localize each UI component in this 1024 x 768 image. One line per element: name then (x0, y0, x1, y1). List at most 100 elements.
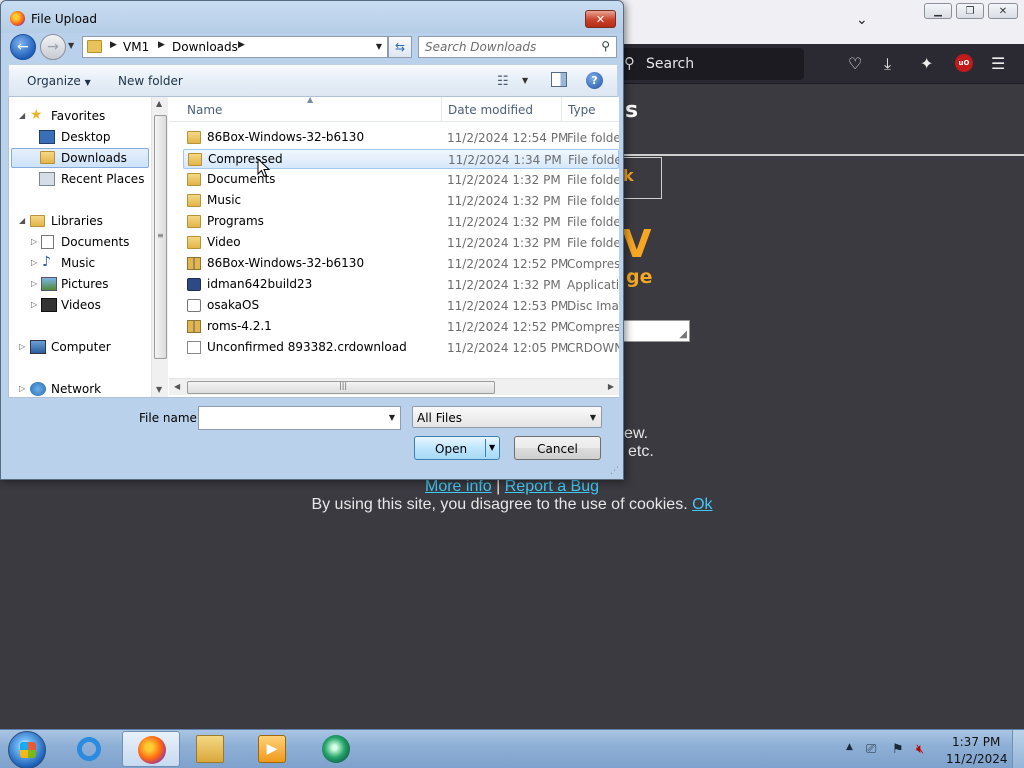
nav-pane-scrollbar[interactable]: ▲ ≡ ▼ (151, 97, 168, 397)
nav-music[interactable]: ▷ ♪ Music (17, 254, 147, 274)
column-header-type[interactable]: Type (568, 103, 596, 117)
scroll-left-icon[interactable]: ◀ (174, 382, 180, 391)
list-all-tabs-icon[interactable]: ⌄ (856, 12, 868, 28)
minimize-button[interactable]: ▁ (924, 3, 952, 19)
file-row[interactable]: 86Box-Windows-32-b6130 11/2/2024 12:54 PM… (183, 128, 619, 148)
maximize-button[interactable]: ❐ (956, 3, 984, 19)
column-divider[interactable] (441, 97, 442, 122)
start-button[interactable] (8, 731, 46, 768)
taskbar-file-explorer[interactable] (181, 731, 239, 767)
nav-favorites[interactable]: ◢ ★ Favorites (17, 107, 147, 127)
nav-pictures[interactable]: ▷ Pictures (17, 275, 147, 295)
more-info-link[interactable]: More info (425, 478, 492, 495)
action-center-flag-icon[interactable]: ⚑ (892, 742, 904, 757)
taskbar-media-center[interactable] (307, 731, 365, 767)
network-tray-icon[interactable]: ⎚ (866, 742, 876, 757)
breadcrumb-vm1[interactable]: VM1 (123, 40, 149, 54)
breadcrumb-downloads[interactable]: Downloads (172, 40, 238, 54)
nav-libraries[interactable]: ◢ Libraries (17, 212, 147, 232)
downloads-icon[interactable]: ⤓ (884, 54, 891, 74)
expand-icon[interactable]: ▷ (31, 279, 37, 288)
nav-documents[interactable]: ▷ Documents (17, 233, 147, 253)
ublock-origin-icon[interactable]: uO (955, 54, 973, 72)
breadcrumb-separator-icon[interactable]: ▶ (110, 40, 117, 50)
view-options-dropdown-icon[interactable]: ▼ (522, 76, 528, 85)
collapse-icon[interactable]: ◢ (19, 216, 25, 225)
resize-grip-icon[interactable]: ◢ (679, 329, 687, 340)
page-textarea[interactable]: ◢ (622, 320, 690, 342)
change-view-icon[interactable]: ☷ (497, 74, 509, 89)
file-type-filter-select[interactable]: All Files ▼ (412, 406, 602, 428)
nav-downloads[interactable]: Downloads (11, 148, 149, 168)
file-list-horizontal-scrollbar[interactable]: ◀ ||| ▶ (169, 378, 619, 395)
taskbar-media-player[interactable]: ▶ (243, 731, 301, 767)
nav-desktop[interactable]: Desktop (17, 128, 147, 148)
collapse-icon[interactable]: ◢ (19, 111, 25, 120)
open-options-dropdown-icon[interactable]: ▼ (489, 443, 495, 452)
open-button[interactable]: Open ▼ (414, 436, 500, 460)
back-button[interactable]: ← (10, 34, 36, 60)
dialog-close-button[interactable]: ✕ (585, 10, 616, 28)
expand-icon[interactable]: ▷ (31, 300, 37, 309)
file-row[interactable]: roms-4.2.1 11/2/2024 12:52 PMCompress (183, 317, 619, 337)
new-folder-button[interactable]: New folder (118, 74, 183, 88)
show-desktop-button[interactable] (1012, 730, 1024, 768)
help-icon[interactable]: ? (586, 72, 603, 89)
search-icon[interactable]: ⚲ (601, 39, 610, 53)
file-row[interactable]: Music 11/2/2024 1:32 PM File folder (183, 191, 619, 211)
column-divider[interactable] (561, 97, 562, 122)
scroll-right-icon[interactable]: ▶ (608, 382, 614, 391)
clock-date[interactable]: 11/2/2024 (946, 752, 1008, 766)
nav-computer[interactable]: ▷ Computer (17, 338, 147, 358)
expand-icon[interactable]: ▷ (19, 384, 25, 393)
music-icon: ♪ (42, 254, 51, 270)
file-row[interactable]: Programs 11/2/2024 1:32 PM File folder (183, 212, 619, 232)
nav-recent-places[interactable]: Recent Places (17, 170, 147, 190)
file-row[interactable]: Video 11/2/2024 1:32 PM File folder (183, 233, 619, 253)
file-row[interactable]: idman642build23 11/2/2024 1:32 PM Applicat… (183, 275, 619, 295)
refresh-button[interactable]: ⇆ (388, 36, 412, 58)
address-dropdown-icon[interactable]: ▼ (376, 42, 382, 51)
taskbar-firefox[interactable] (122, 731, 180, 767)
file-name-input[interactable]: ▼ (198, 406, 401, 430)
organize-button[interactable]: Organize ▼ (27, 74, 91, 88)
cookie-ok-link[interactable]: Ok (692, 496, 712, 513)
file-row[interactable]: Compressed 11/2/2024 1:34 PM File folder (183, 149, 619, 169)
file-name-dropdown-icon[interactable]: ▼ (389, 413, 395, 422)
scroll-up-icon[interactable]: ▲ (156, 99, 162, 108)
nav-network[interactable]: ▷ Network (17, 380, 147, 400)
column-header-date[interactable]: Date modified (448, 103, 533, 117)
cancel-button[interactable]: Cancel (514, 436, 601, 460)
file-row[interactable]: 86Box-Windows-32-b6130 11/2/2024 12:52 PM… (183, 254, 619, 274)
address-bar[interactable]: ▶ VM1 ▶ Downloads ▶ ▼ (82, 36, 388, 58)
hamburger-menu-icon[interactable]: ☰ (991, 54, 1005, 73)
close-window-button[interactable]: ✕ (988, 3, 1018, 19)
file-row[interactable]: Documents11/2/2024 1:32 PMFile folder (183, 170, 619, 190)
nav-videos[interactable]: ▷ Videos (17, 296, 147, 316)
file-row[interactable]: osakaOS 11/2/2024 12:53 PMDisc Imag (183, 296, 619, 316)
breadcrumb-separator-icon[interactable]: ▶ (238, 40, 245, 50)
resize-grip-icon[interactable]: ⋰ (610, 466, 619, 476)
pocket-icon[interactable]: ♡ (848, 54, 862, 73)
taskbar-internet-explorer[interactable] (60, 731, 118, 767)
expand-icon[interactable]: ▷ (19, 342, 25, 351)
expand-icon[interactable]: ▷ (31, 258, 37, 267)
show-hidden-icons-icon[interactable]: ▲ (846, 742, 853, 752)
recent-locations-dropdown-icon[interactable]: ▼ (68, 41, 74, 50)
page-button-fragment[interactable]: k (620, 157, 662, 199)
browser-search-bar[interactable]: ⚲ Search (614, 48, 804, 80)
column-header-name[interactable]: Name (187, 103, 222, 117)
volume-muted-icon[interactable]: 🔇︎ (916, 742, 924, 757)
breadcrumb-separator-icon[interactable]: ▶ (158, 40, 165, 50)
grip-icon: ≡ (157, 231, 164, 240)
expand-icon[interactable]: ▷ (31, 237, 37, 246)
report-bug-link[interactable]: Report a Bug (505, 478, 599, 495)
preview-pane-icon[interactable] (551, 72, 567, 87)
dialog-titlebar[interactable]: File Upload ✕ (1, 1, 623, 33)
scroll-down-icon[interactable]: ▼ (156, 385, 162, 394)
clock-time[interactable]: 1:37 PM (952, 735, 1000, 749)
extensions-icon[interactable]: ✦ (920, 54, 933, 73)
search-downloads-input[interactable]: Search Downloads ⚲ (418, 36, 617, 58)
forward-button[interactable]: → (40, 34, 66, 60)
file-row[interactable]: Unconfirmed 893382.crdownload 11/2/2024 1… (183, 338, 619, 358)
